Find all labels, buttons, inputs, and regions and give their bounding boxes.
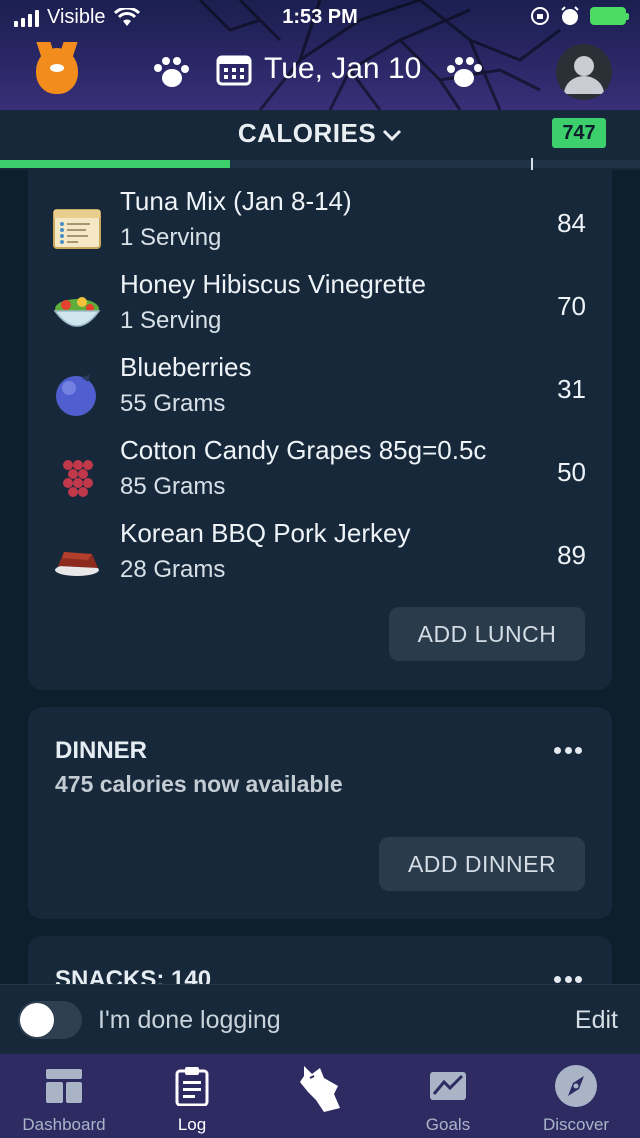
done-logging-toggle[interactable] [18, 1001, 82, 1039]
dinner-subtitle: 475 calories now available [55, 771, 343, 797]
rotation-lock-icon [531, 7, 549, 25]
header-nav-row: Tue, Jan 10 [0, 42, 640, 104]
nav-log-label: Log [177, 1115, 207, 1134]
log-content[interactable]: Tuna Mix (Jan 8-14) 1 Serving 84 Honey H… [0, 170, 640, 984]
goals-chart-icon [430, 1072, 466, 1100]
done-logging-bar: I'm done logging Edit [0, 984, 640, 1054]
recipe-card-icon [53, 209, 101, 249]
calorie-progress-marker [531, 158, 533, 170]
food-serving: 28 Grams [120, 556, 226, 583]
edit-button[interactable]: Edit [575, 1006, 618, 1035]
done-logging-label: I'm done logging [98, 1006, 281, 1034]
dashboard-icon [46, 1069, 82, 1103]
food-name: Korean BBQ Pork Jerkey [120, 518, 411, 548]
food-serving: 55 Grams [120, 390, 226, 417]
profile-avatar-icon[interactable] [556, 44, 612, 100]
chevron-down-icon [383, 130, 402, 142]
add-dinner-button[interactable]: ADD DINNER [379, 837, 585, 891]
nav-goals[interactable]: Goals [384, 1054, 512, 1138]
bottom-nav: Dashboard Log Goals Discover [0, 1054, 640, 1138]
food-name: Honey Hibiscus Vinegrette [120, 269, 426, 299]
salad-bowl-icon [53, 297, 101, 327]
nav-dashboard-label: Dashboard [22, 1115, 106, 1134]
calendar-icon [216, 55, 252, 86]
nav-log[interactable]: Log [128, 1054, 256, 1138]
food-row[interactable]: Korean BBQ Pork Jerkey 28 Grams 89 [28, 514, 612, 596]
food-serving: 1 Serving [120, 224, 222, 251]
food-row[interactable]: Honey Hibiscus Vinegrette 1 Serving 70 [28, 265, 612, 347]
alarm-icon [561, 6, 579, 25]
grapes-icon [63, 460, 93, 497]
food-row[interactable]: Cotton Candy Grapes 85g=0.5c 85 Grams 50 [28, 431, 612, 513]
log-clipboard-icon [175, 1067, 209, 1106]
food-name: Tuna Mix (Jan 8-14) [120, 186, 352, 216]
nav-dashboard[interactable]: Dashboard [0, 1054, 128, 1138]
blueberry-icon [56, 374, 96, 416]
dinner-more-icon[interactable] [554, 747, 582, 755]
date-label: Tue, Jan 10 [264, 52, 422, 85]
food-calories: 70 [557, 291, 586, 321]
food-name: Cotton Candy Grapes 85g=0.5c [120, 435, 487, 465]
add-lunch-button[interactable]: ADD LUNCH [389, 607, 585, 661]
nav-howl[interactable] [256, 1054, 384, 1138]
snacks-title: SNACKS: 140 [55, 966, 212, 984]
snacks-more-icon[interactable] [554, 976, 582, 984]
app-header: Visible 1:53 PM Tue, Jan 10 [0, 0, 640, 110]
howl-wolf-icon [300, 1066, 340, 1112]
calorie-budget-badge[interactable]: 747 [552, 118, 606, 148]
status-bar: Visible 1:53 PM [0, 0, 640, 36]
status-right [530, 6, 629, 26]
food-serving: 1 Serving [120, 307, 222, 334]
nav-discover-label: Discover [542, 1115, 610, 1134]
lose-it-logo-icon[interactable] [36, 48, 78, 94]
calorie-progress-fill [0, 160, 231, 168]
food-row[interactable]: Blueberries 55 Grams 31 [28, 348, 612, 430]
snacks-card: SNACKS: 140 [28, 936, 612, 984]
jerky-icon [55, 552, 99, 576]
nav-goals-label: Goals [425, 1115, 471, 1134]
food-calories: 31 [557, 374, 586, 404]
food-serving: 85 Grams [120, 473, 226, 500]
food-row[interactable]: Tuna Mix (Jan 8-14) 1 Serving 84 [28, 182, 612, 264]
lunch-card: Tuna Mix (Jan 8-14) 1 Serving 84 Honey H… [28, 170, 612, 690]
food-calories: 50 [557, 457, 586, 487]
date-selector[interactable]: Tue, Jan 10 [216, 52, 421, 86]
dinner-title: DINNER [55, 737, 148, 764]
paw-left-icon[interactable] [150, 56, 190, 90]
calories-dropdown[interactable]: CALORIES [0, 118, 640, 149]
food-calories: 84 [557, 208, 586, 238]
battery-icon [590, 7, 629, 25]
compass-icon [555, 1065, 597, 1107]
food-calories: 89 [557, 540, 586, 570]
dinner-card: DINNER 475 calories now available ADD DI… [28, 707, 612, 919]
food-name: Blueberries [120, 352, 252, 382]
nav-discover[interactable]: Discover [512, 1054, 640, 1138]
calories-title: CALORIES [237, 118, 377, 148]
paw-right-icon[interactable] [446, 56, 486, 90]
